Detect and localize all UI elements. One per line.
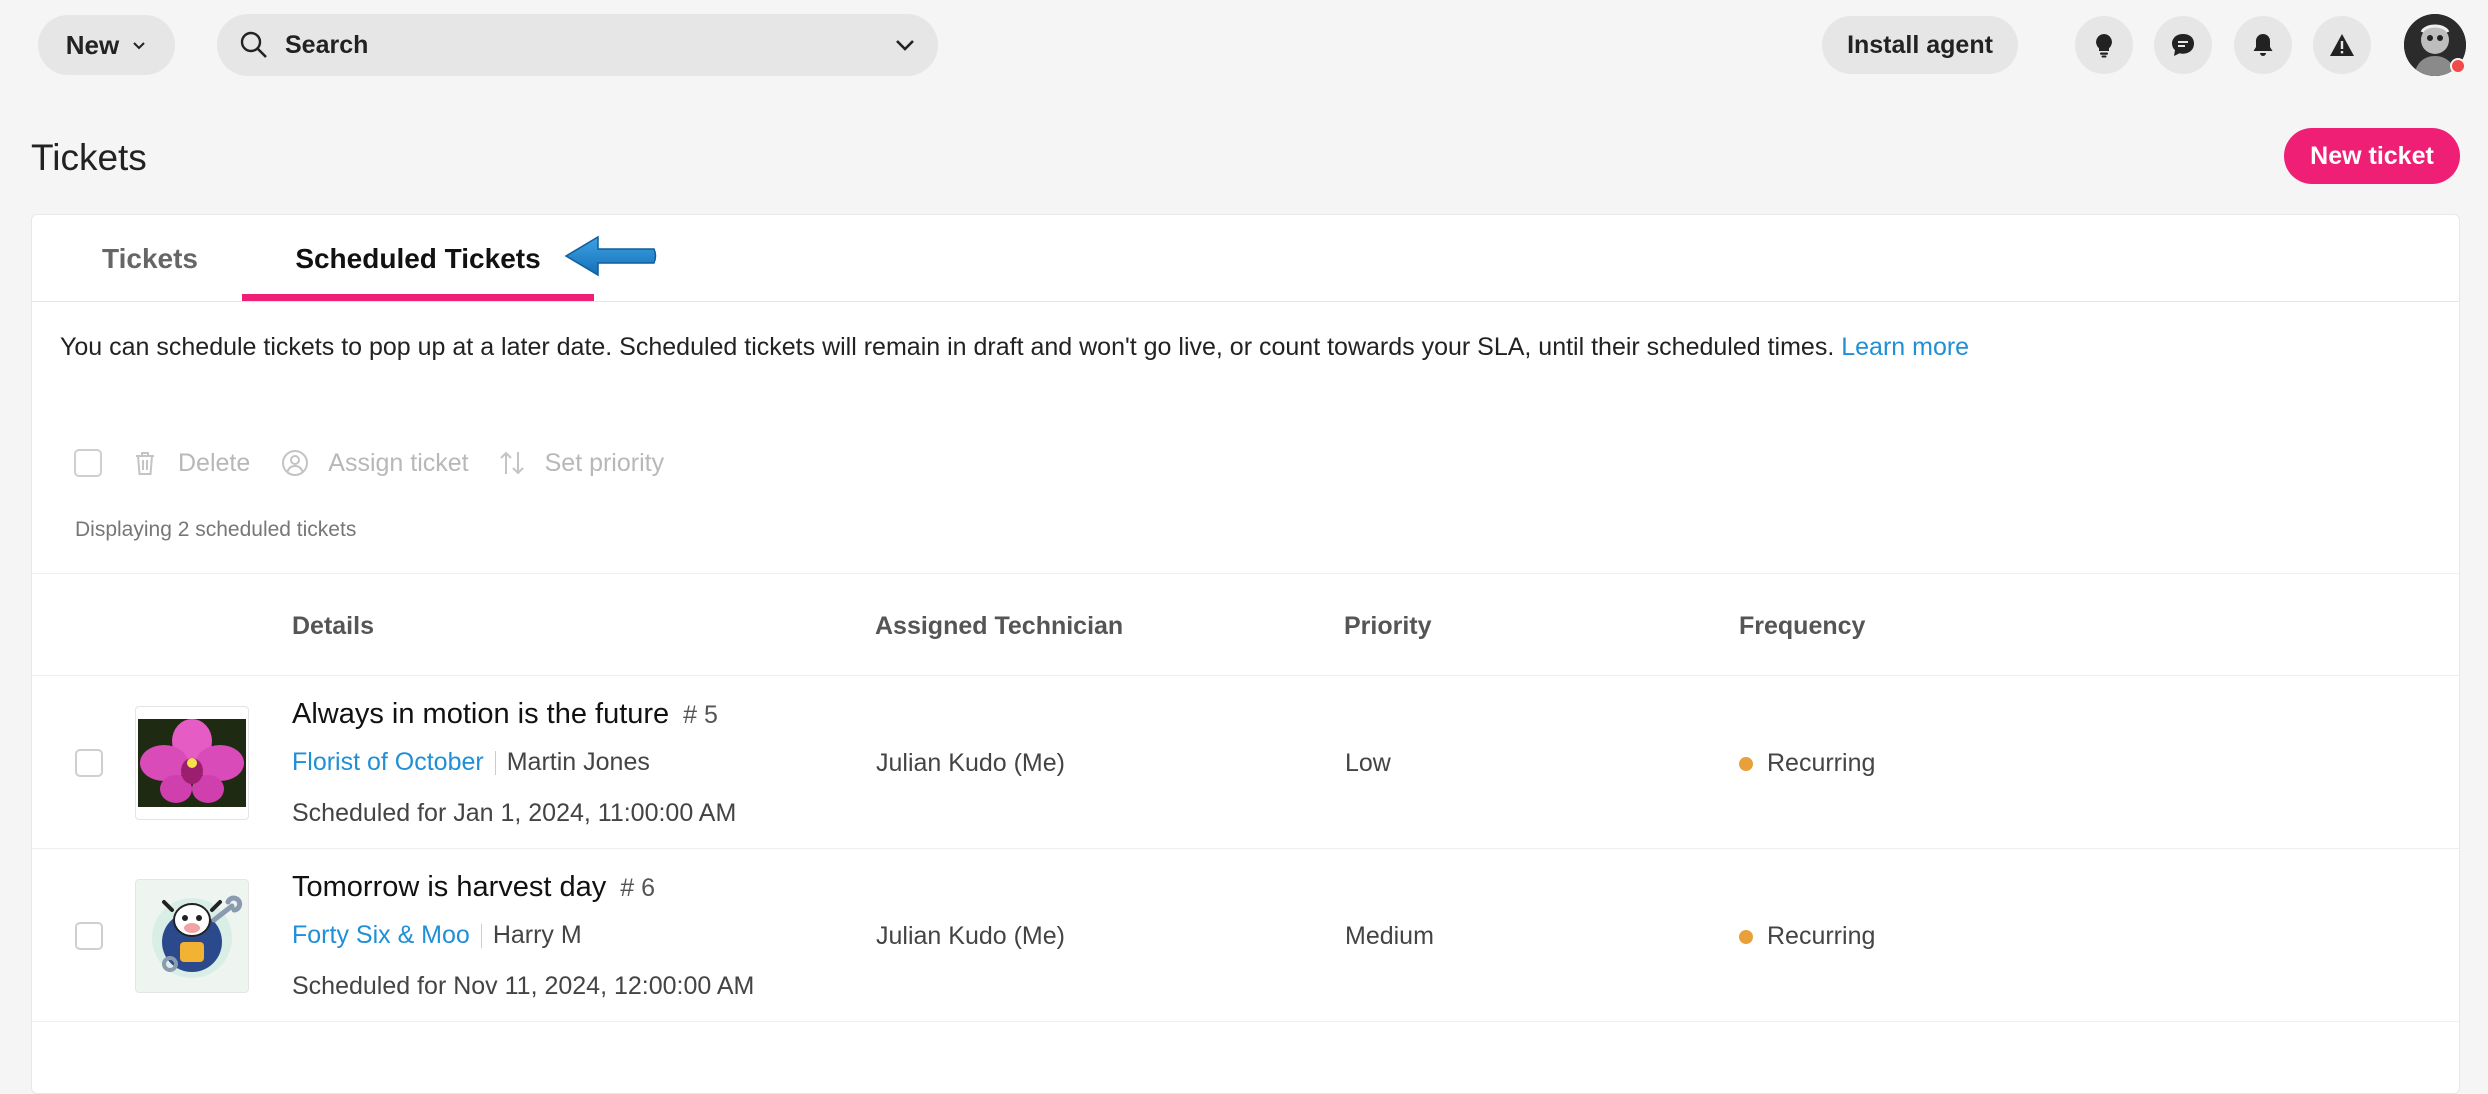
priority-value: Low (1345, 749, 1391, 777)
delete-button[interactable]: Delete (130, 448, 250, 478)
ticket-meta: Forty Six & Moo Harry M (292, 921, 582, 950)
assigned-technician: Julian Kudo (Me) (876, 749, 1065, 777)
scheduled-date: Scheduled for Jan 1, 2024, 11:00:00 AM (292, 799, 737, 827)
bell-icon (2253, 34, 2273, 56)
set-priority-label: Set priority (544, 448, 665, 477)
page-title: Tickets (31, 137, 147, 178)
column-header-technician[interactable]: Assigned Technician (875, 612, 1123, 641)
tickets-card: Tickets Scheduled Tickets You can schedu… (31, 214, 2460, 1094)
ticket-number: # 6 (620, 874, 656, 902)
frequency-value: Recurring (1739, 749, 1875, 778)
client-link[interactable]: Forty Six & Moo (292, 921, 470, 950)
status-dot (1739, 929, 1753, 944)
cow-mascot-image (136, 880, 248, 992)
notifications-button[interactable] (2234, 16, 2292, 74)
ticket-title-text: Always in motion is the future (292, 698, 670, 730)
client-logo (135, 706, 249, 820)
ticket-title-text: Tomorrow is harvest day (292, 871, 607, 903)
search-bar[interactable]: Search (217, 14, 938, 76)
frequency-label: Recurring (1767, 749, 1876, 777)
contact-name: Harry M (492, 921, 582, 949)
row-checkbox[interactable] (75, 749, 103, 777)
chat-icon (2172, 34, 2194, 56)
annotation-arrow-icon (564, 235, 657, 277)
assigned-technician: Julian Kudo (Me) (876, 922, 1065, 950)
active-tab-indicator (242, 294, 594, 301)
priority-value: Medium (1345, 922, 1434, 950)
alert-icon (2330, 34, 2354, 56)
row-checkbox[interactable] (75, 922, 103, 950)
status-dot (1739, 756, 1753, 771)
chevron-down-icon (133, 42, 145, 50)
sort-arrows-icon (499, 451, 524, 475)
search-icon (240, 31, 267, 58)
contact-name: Martin Jones (506, 748, 650, 776)
new-menu-button[interactable]: New (38, 15, 175, 75)
tips-button[interactable] (2075, 16, 2133, 74)
install-agent-button[interactable]: Install agent (1822, 16, 2018, 74)
ticket-title[interactable]: Always in motion is the future # 5 (292, 698, 718, 731)
user-circle-icon (282, 450, 309, 476)
chat-button[interactable] (2154, 16, 2212, 74)
frequency-value: Recurring (1739, 922, 1875, 951)
table-row[interactable]: Tomorrow is harvest day # 6 Forty Six & M… (32, 849, 2459, 1022)
assign-ticket-button[interactable]: Assign ticket (280, 448, 469, 478)
client-logo (135, 879, 249, 993)
tab-bar: Tickets Scheduled Tickets (32, 215, 2459, 302)
column-header-priority[interactable]: Priority (1344, 612, 1432, 641)
new-label: New (65, 29, 120, 60)
delete-label: Delete (178, 448, 251, 477)
new-ticket-button[interactable]: New ticket (2284, 128, 2460, 184)
select-all-checkbox[interactable] (74, 449, 102, 477)
info-text: You can schedule tickets to pop up at a … (60, 333, 1969, 362)
learn-more-link[interactable]: Learn more (1841, 333, 1969, 361)
alerts-button[interactable] (2313, 16, 2371, 74)
set-priority-button[interactable]: Set priority (497, 448, 664, 478)
trash-icon (136, 452, 154, 475)
chevron-down-icon[interactable] (894, 34, 916, 56)
table-header: Details Assigned Technician Priority Fre… (32, 573, 2459, 676)
orchid-image (138, 719, 246, 807)
ticket-count: Displaying 2 scheduled tickets (75, 518, 357, 541)
ticket-meta: Florist of October Martin Jones (292, 748, 650, 777)
table-row[interactable]: Always in motion is the future # 5 Floris… (32, 676, 2459, 849)
bulk-actions-toolbar: Delete Assign ticket Set priority (74, 443, 664, 483)
user-avatar[interactable] (2404, 14, 2466, 76)
search-label: Search (285, 30, 369, 59)
ticket-title[interactable]: Tomorrow is harvest day # 6 (292, 871, 655, 904)
top-bar: New Search Install agent (0, 0, 2488, 90)
lightbulb-icon (2096, 34, 2112, 58)
info-message: You can schedule tickets to pop up at a … (60, 333, 1835, 361)
tab-tickets[interactable]: Tickets (65, 215, 235, 302)
status-dot (2450, 58, 2466, 74)
column-header-frequency[interactable]: Frequency (1739, 612, 1865, 641)
ticket-number: # 5 (683, 701, 718, 729)
divider (480, 923, 482, 948)
frequency-label: Recurring (1767, 922, 1876, 950)
tab-scheduled-tickets[interactable]: Scheduled Tickets (242, 215, 594, 302)
assign-ticket-label: Assign ticket (328, 448, 469, 477)
client-link[interactable]: Florist of October (292, 748, 484, 777)
divider (494, 750, 496, 775)
column-header-details[interactable]: Details (292, 612, 374, 641)
scheduled-date: Scheduled for Nov 11, 2024, 12:00:00 AM (292, 972, 755, 1000)
